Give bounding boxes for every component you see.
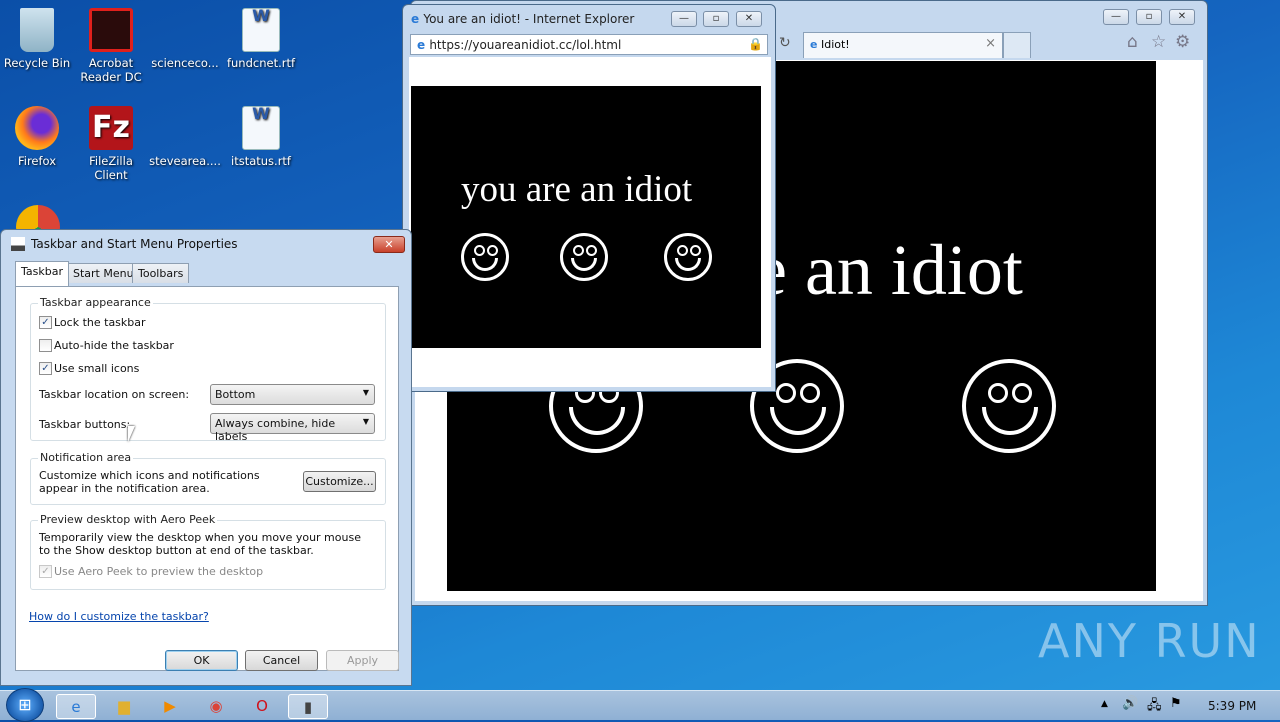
idiot-black-panel: you are an idiot — [411, 86, 761, 348]
blank-file-icon — [163, 8, 207, 52]
customize-button[interactable]: Customize... — [303, 471, 376, 492]
home-icon[interactable]: ⌂ — [1127, 32, 1138, 52]
blank-file-icon — [163, 106, 207, 150]
tab-start-menu[interactable]: Start Menu — [67, 263, 140, 283]
taskbar-properties-icon[interactable]: ▮ — [288, 694, 328, 719]
desktop-icon-filezilla[interactable]: Fz FileZilla Client — [74, 106, 148, 182]
tab-close-icon[interactable]: × — [985, 36, 996, 51]
network-icon[interactable]: 🖧 — [1147, 696, 1162, 718]
word-doc-icon: W — [242, 8, 280, 52]
taskbar-buttons-select[interactable]: Always combine, hide labels ▼ — [210, 413, 375, 443]
volume-icon[interactable]: 🔊 — [1122, 696, 1138, 711]
dialog-title: Taskbar and Start Menu Properties — [31, 237, 238, 251]
taskbar-opera-icon[interactable]: O — [242, 694, 282, 719]
dropdown-arrow-icon: ▼ — [362, 388, 369, 397]
maximize-button[interactable]: ▫ — [1136, 9, 1162, 25]
close-button[interactable]: ✕ — [736, 11, 762, 27]
help-link[interactable]: How do I customize the taskbar? — [29, 610, 209, 623]
taskbar-chrome-icon[interactable]: ◉ — [196, 694, 236, 719]
desktop-icon-scienceco[interactable]: scienceco... — [148, 8, 222, 70]
desktop-icon-itstatus[interactable]: Witstatus.rtf — [224, 106, 298, 169]
desktop-icon-fundcnet[interactable]: Wfundcnet.rtf — [224, 8, 298, 71]
desktop-icon-stevearea[interactable]: stevearea.... — [148, 106, 222, 168]
smiley-icon — [664, 233, 712, 281]
clock[interactable]: 5:39 PM — [1208, 699, 1256, 713]
taskbar-tab-panel: Taskbar appearance ✓ Lock the taskbar Au… — [15, 286, 399, 671]
ie-icon: e — [810, 38, 818, 51]
favorites-star-icon[interactable]: ☆ — [1151, 32, 1166, 52]
taskbar-explorer-icon[interactable]: ▆ — [104, 694, 144, 719]
idiot-text: e an idiot — [755, 230, 1023, 310]
tab-taskbar[interactable]: Taskbar — [15, 261, 69, 286]
ie-icon: e — [417, 38, 430, 52]
smiley-icon — [560, 233, 608, 281]
tab-toolbars[interactable]: Toolbars — [132, 263, 190, 283]
idiot-text: you are an idiot — [461, 169, 693, 210]
taskbar-icon — [11, 237, 25, 251]
recycle-bin-icon — [20, 8, 54, 52]
anyrun-watermark: ANY RUN — [1038, 614, 1261, 668]
maximize-button[interactable]: ▫ — [703, 11, 729, 27]
minimize-button[interactable]: — — [1103, 9, 1129, 25]
close-button[interactable]: ✕ — [1169, 9, 1195, 25]
close-button[interactable]: ✕ — [373, 236, 405, 253]
dropdown-arrow-icon: ▼ — [362, 417, 369, 426]
taskbar-location-select[interactable]: Bottom ▼ — [210, 384, 375, 405]
minimize-button[interactable]: — — [671, 11, 697, 27]
filezilla-icon: Fz — [89, 106, 133, 150]
start-button[interactable]: ⊞ — [6, 688, 44, 722]
auto-hide-checkbox[interactable] — [39, 339, 52, 352]
action-center-flag-icon[interactable]: ⚑ — [1170, 696, 1182, 711]
smiley-icon — [461, 233, 509, 281]
lock-taskbar-checkbox[interactable]: ✓ — [39, 316, 52, 329]
ie-icon: e — [411, 12, 424, 26]
refresh-icon[interactable]: ↻ — [779, 35, 791, 51]
desktop-icon-recycle-bin[interactable]: Recycle Bin — [0, 8, 74, 70]
acrobat-icon — [89, 8, 133, 52]
ok-button[interactable]: OK — [165, 650, 238, 671]
apply-button[interactable]: Apply — [326, 650, 399, 671]
aero-peek-group: Preview desktop with Aero Peek Temporari… — [30, 513, 386, 590]
taskbar: ⊞ e ▆ ▶ ◉ O ▮ ▲ 🔊 🖧 ⚑ 5:39 PM — [0, 688, 1280, 722]
cancel-button[interactable]: Cancel — [245, 650, 318, 671]
settings-gear-icon[interactable]: ⚙ — [1175, 32, 1190, 52]
desktop-icon-firefox[interactable]: Firefox — [0, 106, 74, 168]
notification-area-group: Notification area Customize which icons … — [30, 451, 386, 505]
browser-tab[interactable]: e Idiot! × — [803, 32, 1003, 58]
new-tab-button[interactable] — [1003, 32, 1031, 58]
taskbar-appearance-group: Taskbar appearance ✓ Lock the taskbar Au… — [30, 296, 386, 443]
show-hidden-icons-arrow[interactable]: ▲ — [1101, 699, 1108, 709]
taskbar-properties-dialog: Taskbar and Start Menu Properties ✕ Task… — [0, 229, 412, 686]
word-doc-icon: W — [242, 106, 280, 150]
ie-popup-window: e You are an idiot! - Internet Explorer … — [402, 4, 776, 392]
aero-peek-checkbox[interactable]: ✓ — [39, 565, 52, 578]
address-bar[interactable]: e https://youareanidiot.cc/lol.html 🔒 — [410, 34, 768, 55]
popup-content: you are an idiot — [409, 57, 771, 387]
popup-title: You are an idiot! - Internet Explorer — [423, 12, 635, 26]
desktop-icon-acrobat[interactable]: Acrobat Reader DC — [74, 8, 148, 84]
mouse-cursor-icon — [128, 426, 135, 442]
taskbar-ie-icon[interactable]: e — [56, 694, 96, 719]
taskbar-media-player-icon[interactable]: ▶ — [150, 694, 190, 719]
small-icons-checkbox[interactable]: ✓ — [39, 362, 52, 375]
lock-icon: 🔒 — [748, 37, 763, 51]
firefox-icon — [15, 106, 59, 150]
smiley-icon — [962, 359, 1056, 453]
